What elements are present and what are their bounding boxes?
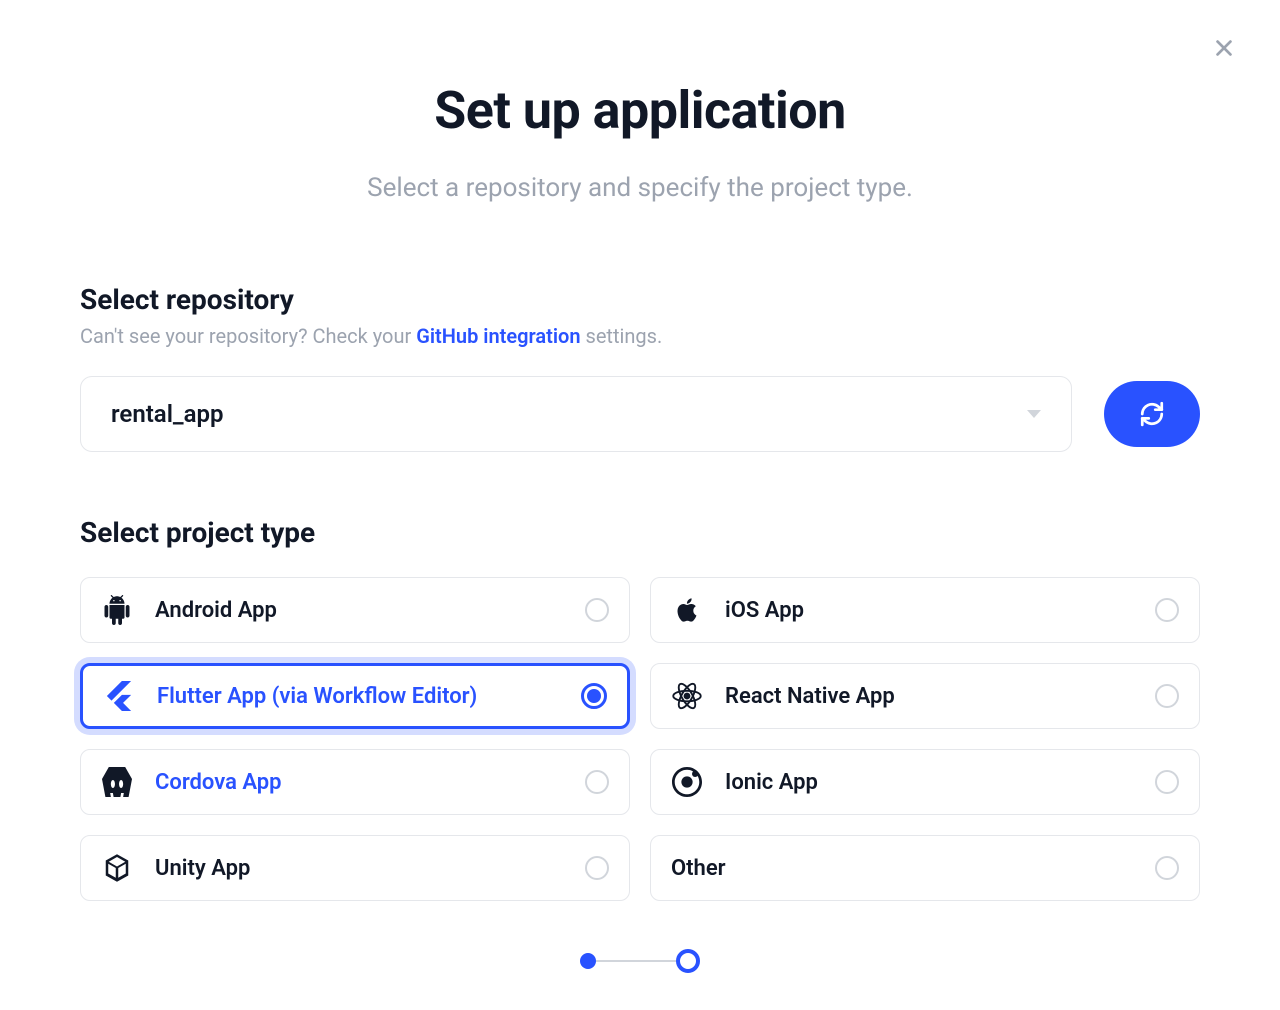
android-icon [101, 594, 133, 626]
repository-section: Select repository Can't see your reposit… [80, 283, 1200, 452]
page-subtitle: Select a repository and specify the proj… [80, 173, 1200, 203]
project-type-ionic[interactable]: Ionic App [650, 749, 1200, 815]
repository-section-title: Select repository [80, 283, 1200, 316]
modal-header: Set up application Select a repository a… [80, 80, 1200, 203]
repository-hint: Can't see your repository? Check your Gi… [80, 324, 1200, 348]
radio-indicator [585, 770, 609, 794]
radio-indicator [1155, 856, 1179, 880]
close-icon [1213, 37, 1235, 59]
chevron-down-icon [1027, 410, 1041, 418]
project-type-label: React Native App [725, 684, 1155, 709]
repository-hint-suffix: settings. [581, 324, 663, 348]
project-type-unity[interactable]: Unity App [80, 835, 630, 901]
project-type-ios[interactable]: iOS App [650, 577, 1200, 643]
radio-indicator [1155, 684, 1179, 708]
project-type-label: Other [671, 856, 1155, 881]
refresh-button[interactable] [1104, 381, 1200, 447]
apple-icon [671, 594, 703, 626]
project-type-grid: Android App iOS App Flutter App (via Wor… [80, 577, 1200, 901]
radio-indicator [1155, 598, 1179, 622]
repository-selected-value: rental_app [111, 400, 224, 428]
project-type-label: Ionic App [725, 770, 1155, 795]
refresh-icon [1139, 401, 1165, 427]
radio-indicator [581, 683, 607, 709]
cordova-icon [101, 766, 133, 798]
project-type-other[interactable]: Other [650, 835, 1200, 901]
unity-icon [101, 852, 133, 884]
close-button[interactable] [1208, 32, 1240, 64]
project-type-flutter[interactable]: Flutter App (via Workflow Editor) [80, 663, 630, 729]
project-type-label: Flutter App (via Workflow Editor) [157, 684, 581, 709]
wizard-stepper [80, 949, 1200, 973]
ionic-icon [671, 766, 703, 798]
repository-row: rental_app [80, 376, 1200, 452]
setup-application-modal: Set up application Select a repository a… [0, 0, 1280, 1010]
repository-hint-prefix: Can't see your repository? Check your [80, 324, 416, 348]
project-type-section: Select project type Android App iOS App [80, 516, 1200, 901]
page-title: Set up application [80, 80, 1200, 141]
project-type-android[interactable]: Android App [80, 577, 630, 643]
radio-indicator [585, 856, 609, 880]
repository-select[interactable]: rental_app [80, 376, 1072, 452]
step-connector [596, 960, 676, 962]
step-1-indicator [580, 953, 596, 969]
radio-indicator [585, 598, 609, 622]
flutter-icon [103, 680, 135, 712]
step-2-indicator [676, 949, 700, 973]
project-type-react-native[interactable]: React Native App [650, 663, 1200, 729]
project-type-label: iOS App [725, 598, 1155, 623]
project-type-label: Android App [155, 598, 585, 623]
project-type-label: Unity App [155, 856, 585, 881]
project-type-label: Cordova App [155, 770, 585, 795]
radio-indicator [1155, 770, 1179, 794]
project-type-section-title: Select project type [80, 516, 1200, 549]
github-integration-link[interactable]: GitHub integration [416, 324, 580, 348]
react-icon [671, 680, 703, 712]
project-type-cordova[interactable]: Cordova App [80, 749, 630, 815]
